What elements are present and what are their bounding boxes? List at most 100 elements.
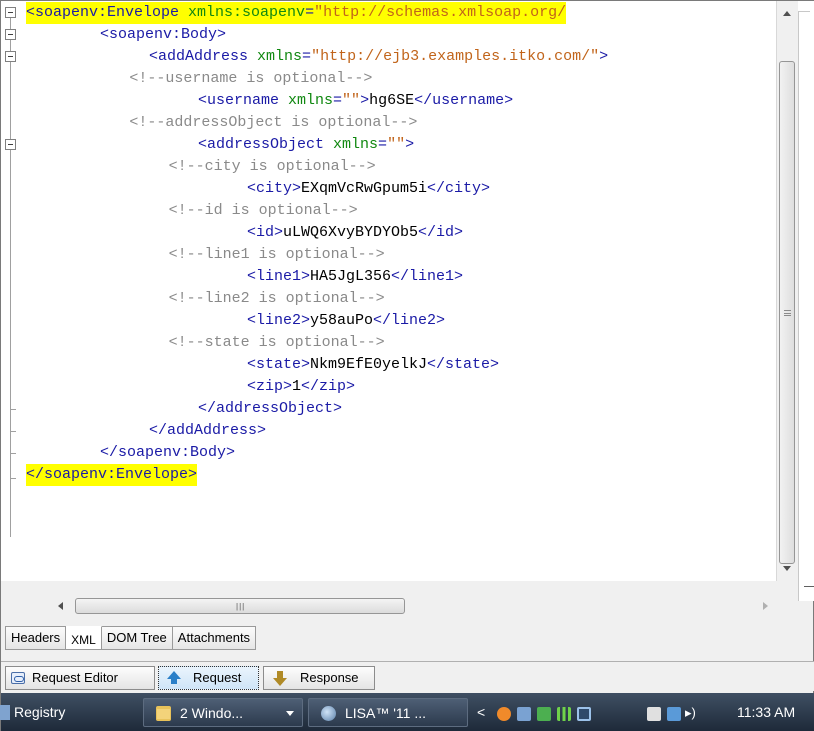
code-line[interactable]: </addAddress> <box>1 420 776 442</box>
tray-left-arrow-icon[interactable]: < <box>477 698 485 727</box>
code-line[interactable]: <!--id is optional--> <box>1 200 776 222</box>
horizontal-scrollbar[interactable]: ||| <box>51 597 776 615</box>
volume-icon[interactable]: ▸) <box>685 698 696 727</box>
code-token: <!--username is optional--> <box>129 70 373 87</box>
scroll-up-arrow-icon[interactable] <box>777 5 797 21</box>
xml-editor[interactable]: <soapenv:Envelope xmlns:soapenv="http://… <box>1 1 776 581</box>
code-line[interactable]: <!--username is optional--> <box>1 68 776 90</box>
code-line[interactable]: <!--city is optional--> <box>1 156 776 178</box>
code-line[interactable]: <!--addressObject is optional--> <box>1 112 776 134</box>
network-icon[interactable] <box>667 707 681 721</box>
taskbar-windows-group[interactable]: 2 Windo... <box>143 698 303 727</box>
code-token: > <box>405 136 415 153</box>
code-text: </soapenv:Envelope> <box>26 464 198 486</box>
scroll-down-arrow-icon[interactable] <box>777 561 797 577</box>
code-line[interactable]: <addressObject xmlns=""> <box>1 134 776 156</box>
tab-attachments[interactable]: Attachments <box>172 626 257 650</box>
code-text: <username xmlns="">hg6SE</username> <box>198 90 513 112</box>
taskbar-lisa[interactable]: LISA™ '11 ... <box>308 698 468 727</box>
code-token: 1 <box>292 378 302 395</box>
code-token: <addressObject <box>198 136 334 153</box>
code-line[interactable]: </soapenv:Envelope> <box>1 464 776 486</box>
code-line[interactable]: <!--line1 is optional--> <box>1 244 776 266</box>
code-token: </city> <box>427 180 491 197</box>
code-token: </addAddress> <box>149 422 267 439</box>
vertical-scrollbar[interactable] <box>776 1 798 581</box>
tab-dom-tree[interactable]: DOM Tree <box>101 626 173 650</box>
code-token: </addressObject> <box>198 400 343 417</box>
code-token: = <box>333 92 343 109</box>
tray-app-icon[interactable] <box>497 707 511 721</box>
code-token: xmlns:soapenv <box>188 4 306 21</box>
grip-icon: ||| <box>236 602 246 611</box>
code-line[interactable]: <soapenv:Body> <box>1 24 776 46</box>
code-text: <line1>HA5JgL356</line1> <box>247 266 463 288</box>
fold-toggle-icon[interactable] <box>5 29 16 40</box>
clock[interactable]: 11:33 AM <box>737 698 795 727</box>
code-token: </username> <box>414 92 514 109</box>
code-line[interactable]: <line1>HA5JgL356</line1> <box>1 266 776 288</box>
code-token: </line1> <box>391 268 464 285</box>
folder-icon <box>156 706 171 721</box>
tray-network-app-icon[interactable] <box>517 707 531 721</box>
code-token: = <box>305 4 315 21</box>
fold-toggle-icon[interactable] <box>5 51 16 62</box>
request-button[interactable]: Request <box>158 666 259 690</box>
code-text: <!--line2 is optional--> <box>169 288 385 310</box>
clipboard-icon[interactable] <box>647 707 661 721</box>
fold-end-marker <box>10 478 16 479</box>
code-text: </addAddress> <box>149 420 266 442</box>
side-panel-edge <box>798 1 814 601</box>
code-text: <addAddress xmlns="http://ejb3.examples.… <box>149 46 608 68</box>
lisa-app-icon <box>321 706 336 721</box>
code-text: <id>uLWQ6XvyBYDYOb5</id> <box>247 222 463 244</box>
tab-xml[interactable]: XML <box>66 626 102 650</box>
system-tray: < ▸) 11:33 AM <box>473 698 814 727</box>
code-token: </line2> <box>373 312 446 329</box>
scroll-right-arrow-icon[interactable] <box>756 597 776 615</box>
code-line[interactable]: <!--state is optional--> <box>1 332 776 354</box>
code-token: xmlns <box>257 48 303 65</box>
code-token: <!--line1 is optional--> <box>168 246 385 263</box>
fold-end-marker <box>10 453 16 454</box>
code-line[interactable]: <soapenv:Envelope xmlns:soapenv="http://… <box>1 2 776 24</box>
code-token: <username <box>198 92 289 109</box>
code-line[interactable]: <state>Nkm9EfE0yelkJ</state> <box>1 354 776 376</box>
code-line[interactable]: <addAddress xmlns="http://ejb3.examples.… <box>1 46 776 68</box>
code-token: > <box>599 48 609 65</box>
code-line[interactable]: <line2>y58auPo</line2> <box>1 310 776 332</box>
code-line[interactable]: <zip>1</zip> <box>1 376 776 398</box>
code-token: </soapenv:Envelope> <box>26 466 198 483</box>
fold-toggle-icon[interactable] <box>5 7 16 18</box>
grip-icon <box>784 310 791 316</box>
tray-users-icon[interactable] <box>537 707 551 721</box>
fold-end-marker <box>10 409 16 410</box>
fold-toggle-icon[interactable] <box>5 139 16 150</box>
code-token: <!--city is optional--> <box>168 158 376 175</box>
code-token: "" <box>387 136 406 153</box>
code-line[interactable]: <!--line2 is optional--> <box>1 288 776 310</box>
code-token: "" <box>342 92 361 109</box>
tab-headers[interactable]: Headers <box>5 626 67 650</box>
code-token: Nkm9EfE0yelkJ <box>310 356 428 373</box>
code-line[interactable]: <username xmlns="">hg6SE</username> <box>1 90 776 112</box>
request-editor-button[interactable]: Request Editor <box>5 666 155 690</box>
code-text: </soapenv:Body> <box>100 442 235 464</box>
vertical-scroll-thumb[interactable] <box>779 61 795 564</box>
code-line[interactable]: <city>EXqmVcRwGpum5i</city> <box>1 178 776 200</box>
code-line[interactable]: <id>uLWQ6XvyBYDYOb5</id> <box>1 222 776 244</box>
monitor-icon[interactable] <box>577 707 591 721</box>
horizontal-scroll-thumb[interactable]: ||| <box>75 598 405 614</box>
taskbar-registry[interactable]: Registry <box>0 698 131 727</box>
code-token: </state> <box>427 356 500 373</box>
response-button[interactable]: Response <box>263 666 375 690</box>
code-token: <addAddress <box>149 48 258 65</box>
code-line[interactable]: </soapenv:Body> <box>1 442 776 464</box>
code-text: <city>EXqmVcRwGpum5i</city> <box>247 178 490 200</box>
scroll-left-arrow-icon[interactable] <box>51 597 71 615</box>
code-line[interactable]: </addressObject> <box>1 398 776 420</box>
signal-strength-icon[interactable] <box>557 707 571 721</box>
taskbar-lisa-label: LISA™ '11 ... <box>345 705 427 721</box>
app-window: <soapenv:Envelope xmlns:soapenv="http://… <box>0 0 814 731</box>
code-text: <!--city is optional--> <box>169 156 376 178</box>
